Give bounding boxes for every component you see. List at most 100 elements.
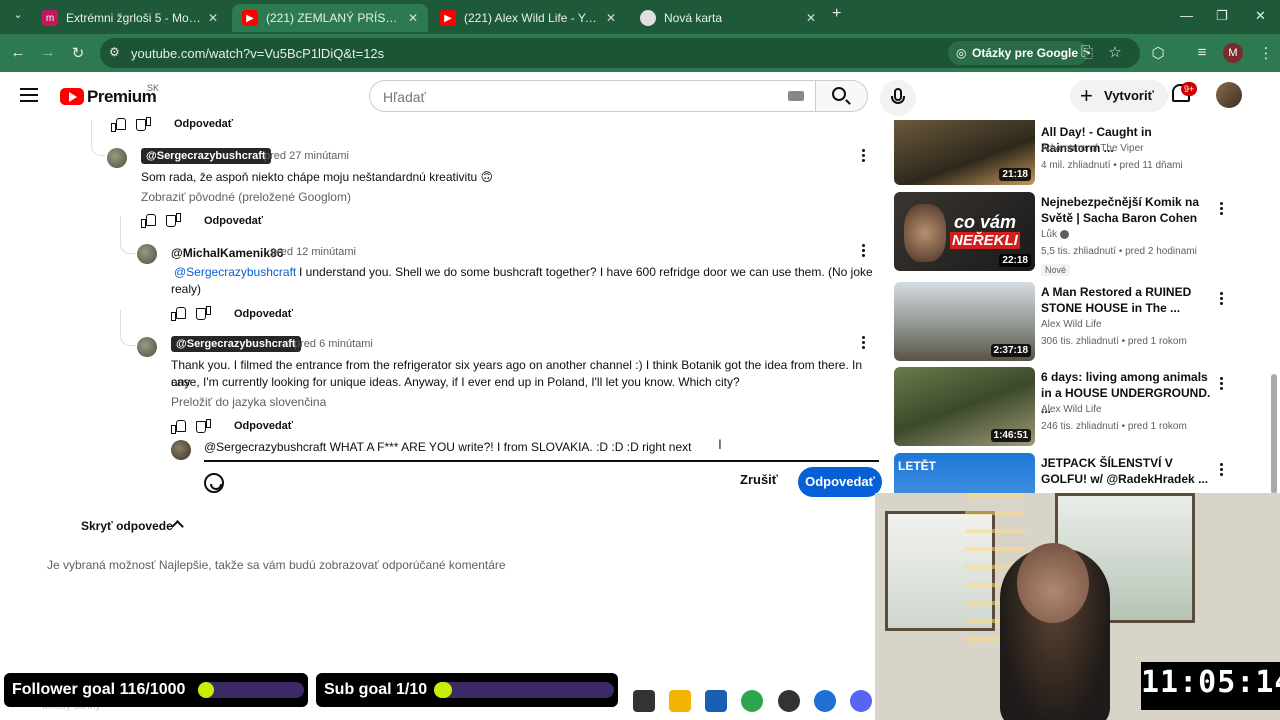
keyboard-icon[interactable]	[788, 91, 804, 101]
like-icon[interactable]	[111, 118, 126, 132]
channel-name[interactable]: Lůk	[1041, 229, 1070, 240]
video-title[interactable]: Nejnebezpečnější Komik na Světě | Sacha …	[1041, 194, 1213, 226]
comment-author[interactable]: @MichalKamenik86	[171, 246, 283, 260]
back-icon[interactable]: ←	[8, 44, 28, 61]
recommendation-item[interactable]: LETĚT JETPACK ŠÍLENSTVÍ V GOLFU! w/ @Rad…	[894, 453, 1224, 493]
dislike-icon[interactable]	[197, 308, 211, 320]
close-icon[interactable]: ✕	[408, 11, 418, 25]
like-icon[interactable]	[141, 214, 156, 228]
more-actions-icon[interactable]	[1220, 463, 1224, 477]
site-info-icon[interactable]: ⚙	[109, 45, 120, 59]
close-icon[interactable]: ✕	[806, 11, 816, 25]
reply-button[interactable]: Odpovedať	[234, 308, 293, 320]
window-close-icon[interactable]: ✕	[1255, 8, 1266, 24]
google-questions-chip[interactable]: ◎ Otázky pre Google	[948, 41, 1089, 65]
extensions-icon[interactable]: ⬡	[1148, 44, 1168, 62]
reload-icon[interactable]: ↻	[68, 44, 88, 62]
reply-text-field[interactable]: @Sergecrazybushcraft WHAT A F*** ARE YOU…	[204, 440, 879, 460]
more-actions-icon[interactable]	[862, 244, 866, 258]
cancel-button[interactable]: Zrušiť	[740, 472, 778, 487]
dislike-icon[interactable]	[197, 421, 211, 433]
tab-mojevideo[interactable]: m Extrémni žgrloši 5 - Mojevideo ✕	[32, 4, 228, 32]
create-button[interactable]: + Vytvoriť	[1070, 80, 1168, 112]
media-controls-icon[interactable]: ≡	[1192, 44, 1212, 61]
restore-icon[interactable]: ❐	[1216, 8, 1228, 24]
video-thumbnail[interactable]: 2:37:18	[894, 282, 1035, 361]
install-app-icon[interactable]: ⎘	[1077, 44, 1097, 61]
translation-link[interactable]: Zobraziť pôvodné (preložené Googlom)	[141, 190, 351, 204]
emoji-icon[interactable]	[204, 473, 224, 493]
submit-reply-button[interactable]: Odpovedať	[798, 467, 882, 497]
stream-clock: 11:05:14	[1141, 665, 1280, 700]
search-button[interactable]	[816, 80, 868, 112]
account-avatar[interactable]	[1216, 82, 1242, 108]
app-taskbar-icon[interactable]	[778, 690, 800, 712]
dislike-icon[interactable]	[167, 215, 181, 227]
channel-name[interactable]: Alex Wild Life	[1041, 404, 1102, 415]
new-tab-button[interactable]: +	[832, 5, 841, 23]
taskbar-app-icon[interactable]	[633, 690, 655, 712]
forward-icon[interactable]: →	[38, 44, 58, 61]
reply-button[interactable]: Odpovedať	[234, 420, 293, 432]
chevron-up-icon[interactable]	[171, 520, 184, 533]
video-thumbnail[interactable]: 1:46:51	[894, 367, 1035, 446]
search-input[interactable]: Hľadať	[369, 80, 816, 112]
tab-nova-karta[interactable]: Nová karta ✕	[630, 4, 826, 32]
more-actions-icon[interactable]	[862, 149, 866, 163]
owner-handle-chip[interactable]: @Sergecrazybushcraft	[171, 336, 301, 352]
channel-name[interactable]: Alex Wild Life	[1041, 319, 1102, 330]
thread-connector	[120, 216, 136, 254]
discord-icon[interactable]	[850, 690, 872, 712]
visual-studio-icon[interactable]	[705, 690, 727, 712]
like-icon[interactable]	[171, 307, 186, 321]
channel-name[interactable]: Adventure of The Viper	[1041, 143, 1143, 154]
video-thumbnail[interactable]: 21:18	[894, 120, 1035, 185]
recommendation-item[interactable]: 1:46:51 6 days: living among animals in …	[894, 367, 1224, 449]
recommendation-item[interactable]: co vám NEŘEKLI 22:18 Nejnebezpečnější Ko…	[894, 192, 1224, 276]
mention-link[interactable]: @Sergecrazybushcraft	[174, 265, 296, 279]
chrome-taskbar-icon[interactable]	[741, 690, 763, 712]
comments-section: Odpovedať @Sergecrazybushcraft pred 27 m…	[0, 118, 882, 720]
more-actions-icon[interactable]	[862, 336, 866, 350]
tab-zemlany-pristresok[interactable]: ▶ (221) ZEMLANÝ PRÍSTREŠOK S ✕	[232, 4, 428, 32]
tab-search-icon[interactable]: ⌄	[8, 8, 28, 21]
dislike-icon[interactable]	[137, 119, 151, 131]
avatar[interactable]	[137, 244, 157, 264]
comment-time[interactable]: pred 12 minútami	[271, 246, 356, 258]
address-bar[interactable]: ⚙ youtube.com/watch?v=Vu5BcP1lDiQ&t=12s …	[100, 38, 1140, 68]
recommendation-item[interactable]: 2:37:18 A Man Restored a RUINED STONE HO…	[894, 282, 1224, 364]
avatar[interactable]	[107, 148, 127, 168]
owner-handle-chip[interactable]: @Sergecrazybushcraft	[141, 148, 271, 164]
translation-link[interactable]: Preložiť do jazyka slovenčina	[171, 395, 326, 409]
browser-menu-icon[interactable]: ⋮	[1256, 44, 1276, 62]
tab-alex-wild-life[interactable]: ▶ (221) Alex Wild Life - YouTube ✕	[430, 4, 626, 32]
avatar[interactable]	[137, 337, 157, 357]
clock-app-icon[interactable]	[814, 690, 836, 712]
recommendation-item[interactable]: 21:18 All Day! - Caught in Rainstorm ...…	[894, 120, 1224, 186]
minimize-icon[interactable]: —	[1180, 8, 1193, 23]
close-icon[interactable]: ✕	[208, 11, 218, 25]
browser-profile-avatar[interactable]: M	[1223, 43, 1243, 63]
comment-mention[interactable]: @Sergecrazybushcraft	[174, 264, 296, 281]
video-title[interactable]: JETPACK ŠÍLENSTVÍ V GOLFU! w/ @RadekHrad…	[1041, 455, 1213, 487]
menu-icon[interactable]	[20, 88, 38, 102]
video-thumbnail[interactable]: co vám NEŘEKLI 22:18	[894, 192, 1035, 271]
like-icon[interactable]	[171, 420, 186, 434]
video-thumbnail[interactable]: LETĚT	[894, 453, 1035, 493]
reply-button[interactable]: Odpovedať	[204, 215, 263, 227]
hide-replies-button[interactable]: Skryť odpovede	[81, 519, 173, 533]
youtube-brand[interactable]: Premium	[87, 87, 157, 107]
comment-time[interactable]: pred 6 minútami	[294, 338, 373, 350]
voice-search-button[interactable]	[880, 80, 916, 116]
more-actions-icon[interactable]	[1220, 377, 1224, 391]
page-scrollbar[interactable]	[1271, 374, 1277, 494]
close-icon[interactable]: ✕	[606, 11, 616, 25]
file-explorer-icon[interactable]	[669, 690, 691, 712]
comment-time[interactable]: pred 27 minútami	[264, 150, 349, 162]
youtube-logo-icon[interactable]	[60, 88, 84, 105]
reply-button[interactable]: Odpovedať	[174, 118, 233, 130]
video-title[interactable]: A Man Restored a RUINED STONE HOUSE in T…	[1041, 284, 1213, 316]
more-actions-icon[interactable]	[1220, 202, 1224, 216]
bookmark-star-icon[interactable]: ☆	[1105, 43, 1125, 61]
more-actions-icon[interactable]	[1220, 292, 1224, 306]
